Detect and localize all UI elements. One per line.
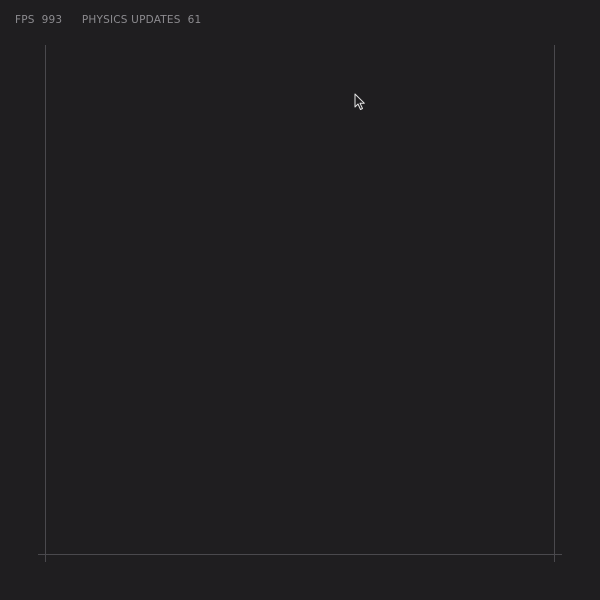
mouse-pointer-icon [354,93,365,110]
game-canvas[interactable]: FPS 993 PHYSICS UPDATES 61 [0,0,600,600]
play-area [38,45,562,562]
